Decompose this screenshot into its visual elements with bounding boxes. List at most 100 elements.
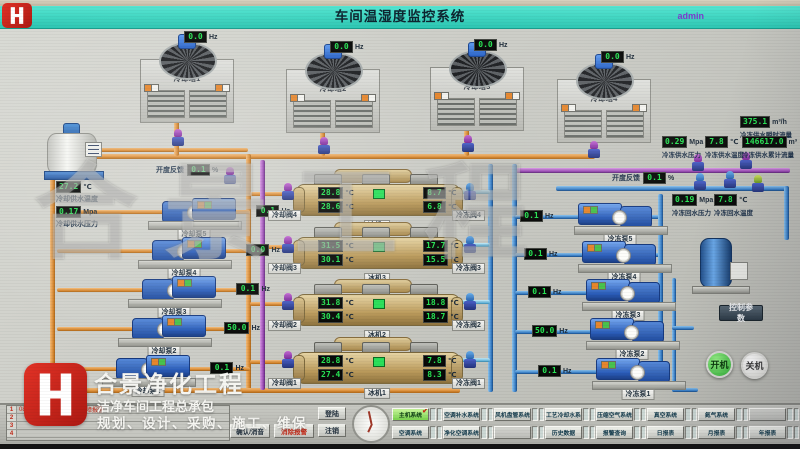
tower4-freq-display: 0.0Hz <box>601 51 635 63</box>
nav-makeup-water-system[interactable]: 空调补水系统 <box>443 408 480 421</box>
indicator-light <box>685 426 691 439</box>
alarm-row-text <box>17 430 19 437</box>
login-button[interactable]: 登陆 <box>318 407 346 420</box>
cooling-supply-press-reading: 0.17Mpa 冷却供水压力 <box>56 206 98 229</box>
system-nav-grid: 主机系统 空调补水系统 风机盘管系统 工艺冷却水系统 压缩空气系统 真空系统 氮… <box>392 406 798 440</box>
chilled-pump-4[interactable]: 冷冻泵4 0.1Hz <box>576 239 672 269</box>
brand-slogan-2: 规划、设计、采购、施工、维保 <box>97 412 307 432</box>
chiller-panel-icon <box>373 357 385 367</box>
stop-button[interactable]: 关机 <box>741 352 768 379</box>
cooling-valve-2-icon[interactable] <box>280 292 296 312</box>
chilled-pump-2[interactable]: 冷冻泵2 50.0Hz <box>584 316 680 346</box>
cooling-tower-4[interactable]: 0.0Hz 冷却塔4 <box>557 62 649 142</box>
pump-motor-icon <box>182 237 226 259</box>
nav-disabled-button <box>749 408 786 421</box>
nav-hvac-system[interactable]: 空调系统 <box>392 426 429 439</box>
cooling-tower-2[interactable]: 0.0Hz 冷却塔2 <box>286 52 378 132</box>
nav-vacuum-system[interactable]: 真空系统 <box>647 408 684 421</box>
chilled-valve-1-icon[interactable] <box>462 350 478 370</box>
cooling-valve-1-icon[interactable] <box>280 350 296 370</box>
chilled-pump-5[interactable]: 冷冻泵5 0.1Hz <box>572 201 668 231</box>
chilled-valve-4-label: 冷冻阀4 <box>452 210 485 221</box>
cooling-tower-1[interactable]: 0.0Hz 冷却塔1 <box>140 42 232 122</box>
control-params-button[interactable]: 控制参数 <box>719 305 763 321</box>
pump-freq-display: 50.0Hz <box>532 325 568 337</box>
nav-alarm-query[interactable]: 报警查询 <box>596 426 633 439</box>
chiller-panel-icon <box>373 189 385 199</box>
cooling-valve-4-icon[interactable] <box>280 182 296 202</box>
indicator-light <box>787 408 793 421</box>
logged-in-user: admin <box>677 11 704 21</box>
pump-freq-display: 0.0Hz <box>246 244 280 256</box>
nav-clean-hvac-system[interactable]: 净化空调系统 <box>443 426 480 439</box>
pump-head-icon <box>620 206 652 228</box>
indicator-light <box>532 408 538 421</box>
chilled-supply-press-reading: 0.29Mpa 冷冻供水压力 <box>662 136 703 159</box>
expansion-tank <box>692 236 750 294</box>
brand-logo-icon <box>24 363 87 426</box>
chiller-1[interactable]: 28.8℃ 27.4℃ 7.8℃ 8.3℃ 冰机1 <box>296 344 458 386</box>
cooling-supply-temp-reading: 27.2℃ 冷却供水温度 <box>56 181 98 204</box>
chiller-cw-temps: 31.8℃ 30.4℃ <box>318 297 354 325</box>
alarm-row-number: 4 <box>7 430 17 437</box>
indicator-light <box>430 408 436 421</box>
indicator-light <box>590 426 596 439</box>
cooling-pump-2[interactable]: 冷却泵2 50.0Hz <box>116 313 212 343</box>
start-button[interactable]: 开机 <box>706 351 733 378</box>
tower-louvers <box>335 100 373 128</box>
sensor-icon <box>722 170 738 190</box>
tower-louvers <box>437 98 475 126</box>
motor-valve-icon[interactable] <box>750 174 766 194</box>
chiller-cw-temps: 28.8℃ 28.6℃ <box>318 187 354 215</box>
nav-yearly-report[interactable]: 年报表 <box>749 426 786 439</box>
sensor-icon <box>316 136 332 156</box>
pump-freq-display: 0.1Hz <box>520 210 554 222</box>
alarm-row-text <box>17 414 19 421</box>
condenser-riser <box>260 160 265 390</box>
chilled-valve-2-icon[interactable] <box>462 292 478 312</box>
nav-monthly-report[interactable]: 月报表 <box>698 426 735 439</box>
cooling-valve-3-icon[interactable] <box>280 235 296 255</box>
pump-impeller-icon <box>620 286 635 301</box>
cooling-pump-3[interactable]: 冷却泵3 0.1Hz <box>126 274 222 304</box>
chiller-2[interactable]: 31.8℃ 30.4℃ 18.8℃ 18.7℃ 冰机2 <box>296 286 458 328</box>
nav-process-cooling-system[interactable]: 工艺冷却水系统 <box>545 408 582 421</box>
pump-head-icon <box>632 321 664 343</box>
chilled-pump-3[interactable]: 冷冻泵3 0.1Hz <box>580 277 676 307</box>
chiller-4[interactable]: 28.8℃ 28.6℃ 8.7℃ 6.8℃ 冰机4 <box>296 176 458 218</box>
nav-daily-report[interactable]: 日报表 <box>647 426 684 439</box>
tower3-freq-display: 0.0Hz <box>474 39 508 51</box>
sensor-icon <box>586 140 602 160</box>
chilled-valve-4-icon[interactable] <box>462 182 478 202</box>
nav-compressed-air-system[interactable]: 压缩空气系统 <box>596 408 633 421</box>
chiller-3[interactable]: 31.5℃ 30.1℃ 17.7℃ 15.5℃ 冰机3 <box>296 229 458 271</box>
nav-main-system[interactable]: 主机系统 <box>392 408 429 421</box>
cooling-pump-4[interactable]: 冷却泵4 0.0Hz <box>136 235 232 265</box>
nav-nitrogen-system[interactable]: 氮气系统 <box>698 408 735 421</box>
indicator-light <box>481 426 487 439</box>
tower-louvers <box>606 110 644 138</box>
nav-history-data[interactable]: 历史数据 <box>545 426 582 439</box>
pump-freq-display: 0.1Hz <box>528 286 562 298</box>
sensor-icon <box>460 134 476 154</box>
logout-button[interactable]: 注销 <box>318 424 346 437</box>
bypass-valve-icon[interactable] <box>222 166 238 186</box>
chilled-pump-1[interactable]: 冷冻泵1 0.1Hz <box>590 356 686 386</box>
cooling-valve-4-label: 冷却阀4 <box>268 210 301 221</box>
expansion-tank-body <box>700 238 732 288</box>
cooling-valve-1-label: 冷却阀1 <box>268 378 301 389</box>
cooling-pump-5[interactable]: 冷却泵5 0.1Hz <box>146 196 242 226</box>
chilled-valve-3-icon[interactable] <box>462 235 478 255</box>
return-drop-pipe <box>784 186 789 240</box>
tank-base <box>44 171 104 180</box>
indicator-light <box>481 408 487 421</box>
nav-fan-coil-system[interactable]: 风机盘管系统 <box>494 408 531 421</box>
tower-louvers <box>147 90 185 118</box>
brand-logo-small-icon <box>2 3 32 28</box>
tower-louvers <box>189 90 227 118</box>
indicator-light <box>583 408 589 421</box>
tower2-freq-display: 0.0Hz <box>330 41 364 53</box>
cooling-tower-3[interactable]: 0.0Hz 冷却塔3 <box>430 50 522 130</box>
indicator-light <box>539 426 545 439</box>
indicator-light <box>743 408 749 421</box>
